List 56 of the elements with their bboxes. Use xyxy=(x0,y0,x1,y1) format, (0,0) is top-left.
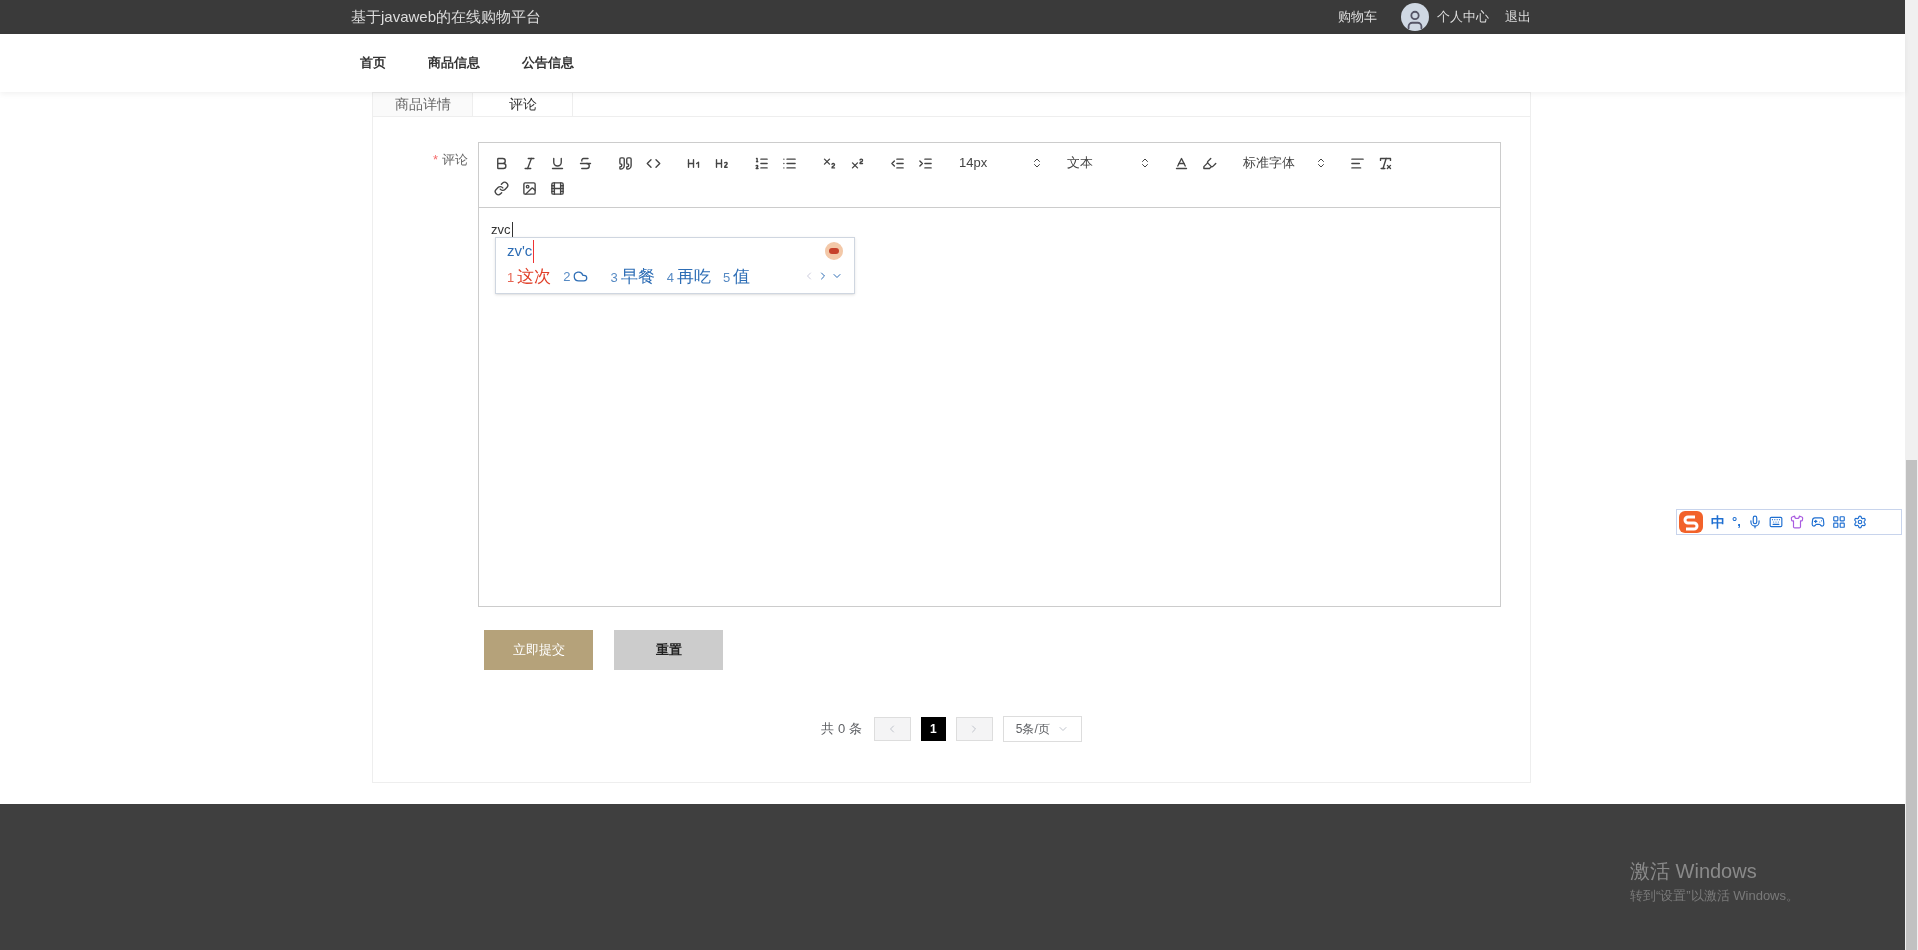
scrollbar[interactable] xyxy=(1905,0,1918,950)
indent-icon xyxy=(917,155,933,171)
activation-title: 激活 Windows xyxy=(1630,859,1758,884)
page-button[interactable]: 1 xyxy=(920,717,946,741)
bullet-list-icon xyxy=(781,155,797,171)
film-icon xyxy=(549,180,565,196)
toolbar-dropdown[interactable]: 标准字体 xyxy=(1239,151,1331,175)
keyboard-icon[interactable] xyxy=(1768,515,1783,529)
dropdown-arrows-icon xyxy=(1031,157,1043,169)
superscript-icon xyxy=(849,155,865,171)
ime-candidate[interactable]: 1 这次 xyxy=(507,263,552,289)
outdent-icon xyxy=(889,155,905,171)
page-size-select[interactable]: 5条/页 xyxy=(1002,716,1082,742)
toolbar-dropdown[interactable]: 14px xyxy=(955,151,1047,175)
shirt-icon[interactable] xyxy=(1789,515,1804,529)
text-color-icon xyxy=(1173,155,1189,171)
nav-link[interactable]: 首页 xyxy=(360,53,386,73)
total-count: 共 0 条 xyxy=(821,720,862,739)
gamepad-icon[interactable] xyxy=(1810,515,1825,529)
avatar[interactable] xyxy=(1401,3,1429,31)
quote-icon xyxy=(617,155,633,171)
ime-candidate[interactable]: 3 早餐 xyxy=(610,263,655,289)
image-icon xyxy=(521,180,537,196)
ime-composition: zv'c xyxy=(507,240,535,263)
toolbar-dropdown[interactable]: 文本 xyxy=(1063,151,1155,175)
header-link[interactable]: 购物车 xyxy=(1338,7,1377,27)
ime-candidate[interactable]: 2 xyxy=(563,266,599,286)
header-link[interactable]: 退出 xyxy=(1505,7,1531,27)
italic-icon xyxy=(521,155,537,171)
ime-candidate[interactable]: 4 再吃 xyxy=(666,263,711,289)
clear-format-icon xyxy=(1377,155,1393,171)
ime-candidate[interactable]: 5 值 xyxy=(722,263,751,289)
site-title: 基于javaweb的在线购物平台 xyxy=(351,6,542,27)
grid-icon[interactable] xyxy=(1831,515,1846,529)
dropdown-arrows-icon xyxy=(1315,157,1327,169)
dropdown-arrows-icon xyxy=(1139,157,1151,169)
tab[interactable]: 商品详情 xyxy=(373,93,473,116)
nav-link[interactable]: 商品信息 xyxy=(428,53,480,73)
microphone-icon[interactable] xyxy=(1747,515,1762,529)
settings-icon[interactable] xyxy=(1852,515,1867,529)
underline-icon xyxy=(549,155,565,171)
rich-text-editor[interactable]: 14px 文本 标准字体 zvc zv'c 1 这次 2 3 早餐 4 再吃 5 值 xyxy=(478,142,1501,607)
field-label: * 评论 xyxy=(432,151,468,169)
nav-link[interactable]: 公告信息 xyxy=(522,53,574,73)
ime-skin-icon xyxy=(825,242,843,261)
strikethrough-icon xyxy=(577,155,593,171)
cloud-icon xyxy=(573,268,589,284)
subscript-icon xyxy=(821,155,837,171)
punctuation-toggle[interactable]: °, xyxy=(1732,512,1741,532)
align-left-icon xyxy=(1349,155,1365,171)
highlighter-icon xyxy=(1201,155,1217,171)
input-mode-toggle[interactable]: 中 xyxy=(1711,511,1725,533)
reset-button[interactable]: 重置 xyxy=(614,630,723,670)
ordered-list-icon xyxy=(753,155,769,171)
link-icon xyxy=(493,180,509,196)
header-link[interactable]: 个人中心 xyxy=(1437,7,1489,27)
